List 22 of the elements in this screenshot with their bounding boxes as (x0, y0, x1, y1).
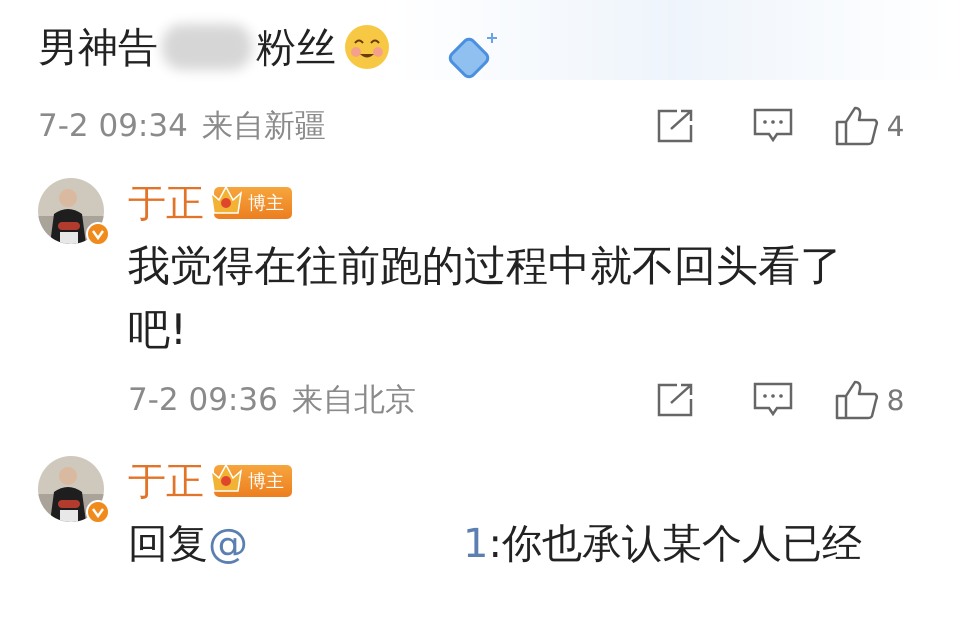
comment-time: 7-2 09:36 (128, 382, 278, 418)
like-count: 4 (886, 110, 904, 142)
share-icon[interactable] (656, 383, 694, 417)
mention-link[interactable]: 1 (463, 512, 488, 576)
post-text: 粉丝 (256, 24, 336, 72)
post-location: 来自新疆 (202, 107, 326, 146)
post-text: 男神告 (38, 24, 158, 72)
like-icon[interactable] (834, 380, 879, 420)
post-time: 7-2 09:34 (38, 108, 188, 144)
smile-emoji-icon (344, 24, 390, 70)
like-count: 8 (886, 384, 904, 416)
author-name[interactable]: 于正 (128, 456, 204, 506)
comment-icon[interactable] (752, 108, 792, 144)
comment-text: 我觉得在往前跑的过程中就不回头看了吧! (128, 240, 843, 356)
like-icon[interactable] (834, 106, 879, 146)
share-icon[interactable] (656, 109, 694, 143)
author-name[interactable]: 于正 (128, 178, 204, 228)
reply-label: 回复 (128, 520, 208, 569)
mention-link[interactable]: @ (208, 512, 248, 576)
comment-text: :你也承认某个人已经 (488, 520, 862, 569)
comment-location: 来自北京 (292, 381, 416, 420)
comment-icon[interactable] (752, 382, 792, 418)
